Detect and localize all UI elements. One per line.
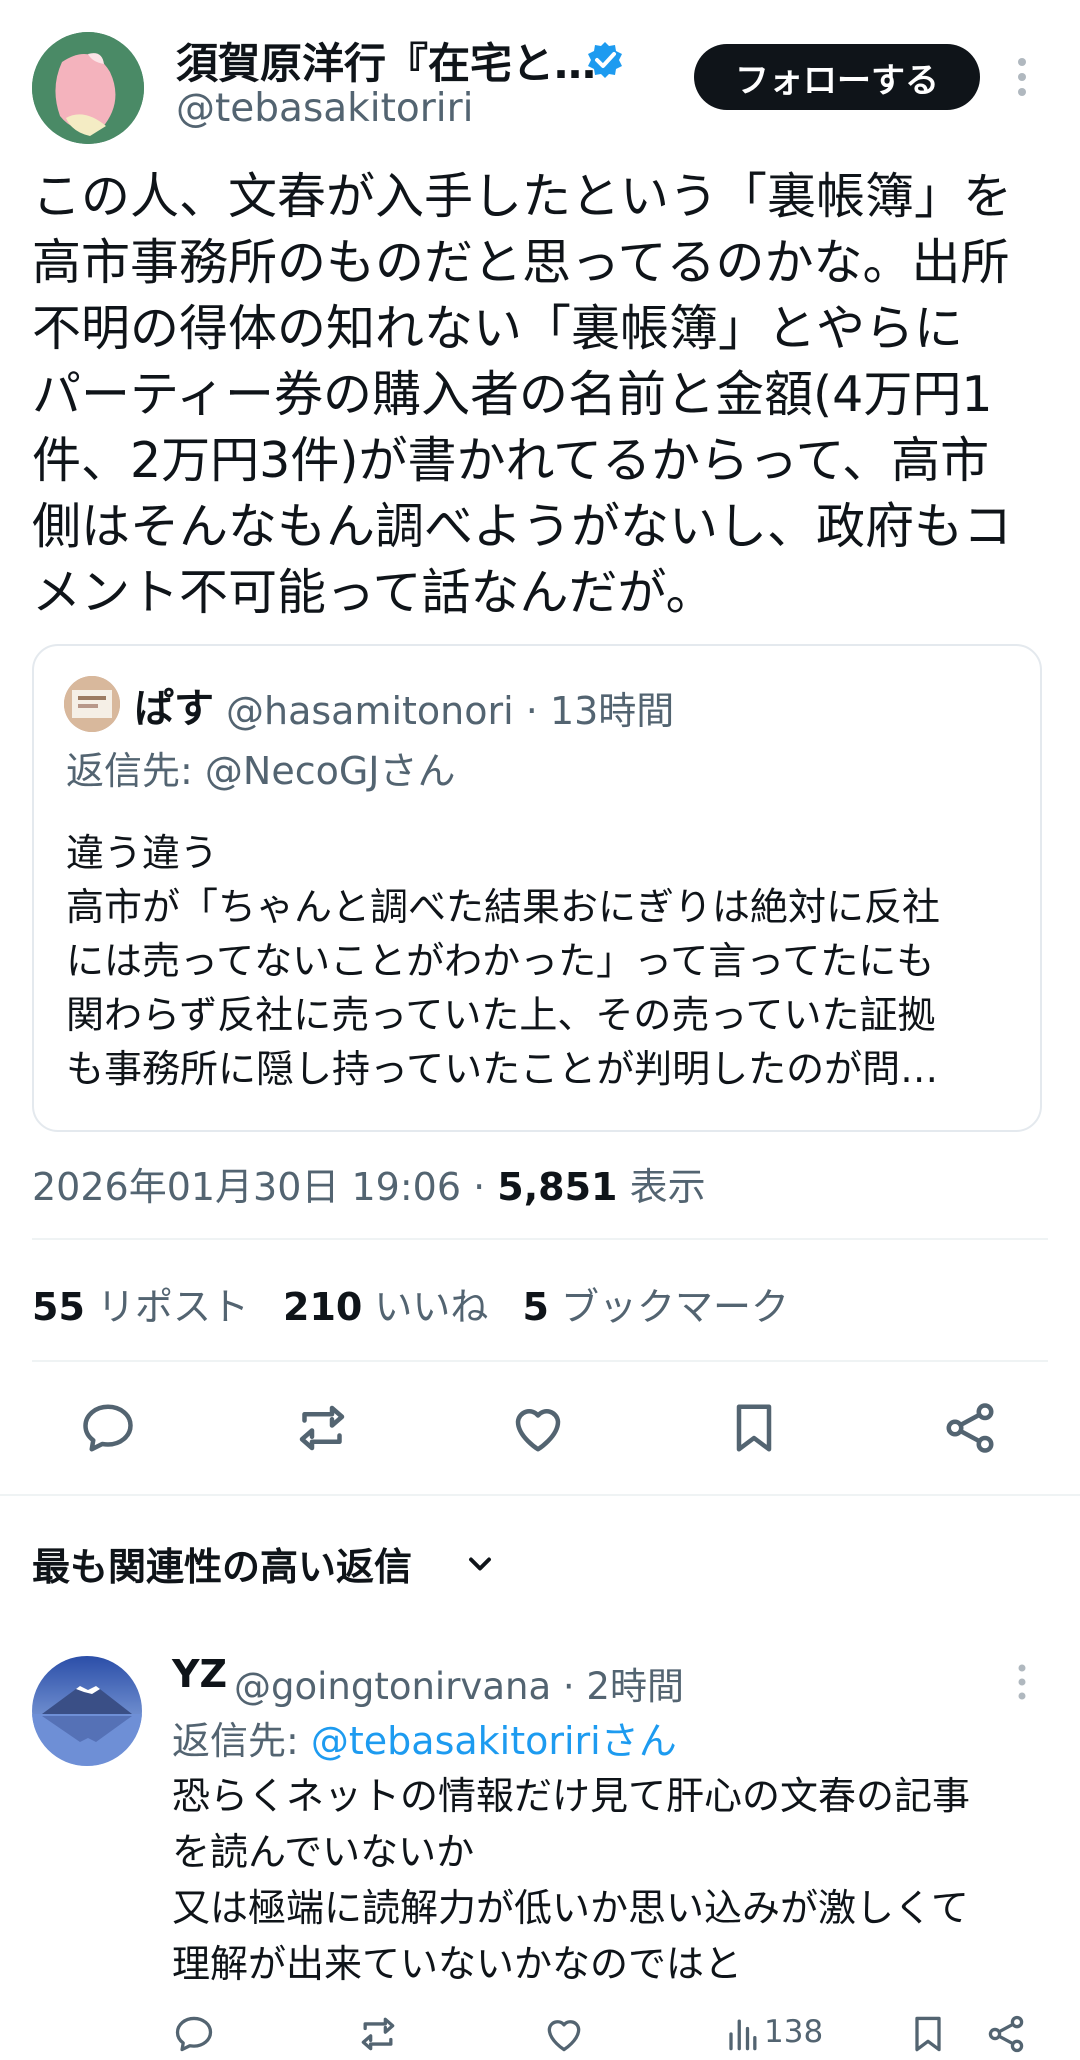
likes-count: 210 [283, 1285, 363, 1329]
reply-views-count: 138 [764, 2014, 824, 2050]
reply-time: 2時間 [586, 1665, 684, 1708]
bookmarks-label: ブックマーク [560, 1285, 789, 1329]
tweet-meta: 2026年01月30日 19:06 · 5,851 表示 [32, 1165, 706, 1209]
quoted-text-line: 違う違う [66, 831, 219, 875]
reply-icon[interactable] [78, 1398, 138, 1458]
quoted-tweet-text: 違う違う 高市が「ちゃんと調べた結果おにぎりは絶対に反社 には売ってないことがわ… [66, 826, 940, 1096]
tweet-text-line: この人、文春が入手したという「裏帳簿」を [32, 168, 1013, 225]
tweet-text-line: メント不可能って話なんだが。 [32, 564, 715, 621]
quoted-text-line: 高市が「ちゃんと調べた結果おにぎりは絶対に反社 [66, 885, 941, 929]
reply-to-handle: @NecoGJさん [204, 749, 456, 793]
author-avatar[interactable] [32, 32, 144, 144]
reposts-stat[interactable]: 55 リポスト [32, 1285, 249, 1329]
views-icon[interactable] [724, 2012, 760, 2056]
verified-badge-icon [585, 40, 625, 80]
reply-text-line: 又は極端に読解力が低いか思い込みが激しくて [172, 1886, 969, 1930]
quoted-reply-context: 返信先: @NecoGJさん [66, 740, 456, 795]
tweet-timestamp[interactable]: 2026年01月30日 19:06 [32, 1165, 461, 1209]
author-handle[interactable]: @tebasakitoriri [176, 86, 473, 131]
tweet-text-line: 側はそんなもん調べようがないし、政府もコ [32, 498, 1013, 555]
more-options-icon[interactable] [1010, 52, 1034, 102]
tweet-text-line: 不明の得体の知れない「裏帳簿」とやらに [32, 300, 964, 357]
follow-button[interactable]: フォローする [694, 44, 980, 110]
reposts-count: 55 [32, 1285, 85, 1329]
likes-stat[interactable]: 210 いいね [283, 1285, 488, 1329]
bookmark-icon[interactable] [906, 2012, 950, 2056]
reply-text-line: を読んでいないか [172, 1830, 475, 1874]
reply-author-meta: @goingtonirvana · 2時間 [234, 1665, 684, 1708]
tweet-text-line: パーティー券の購入者の名前と金額(4万円1 [32, 366, 993, 423]
reply-icon[interactable] [172, 2012, 216, 2056]
views-label: 表示 [629, 1165, 706, 1209]
reply-prefix: 返信先: [66, 749, 205, 793]
tweet-text-line: 件、2万円3件)が書かれてるからって、高市 [32, 432, 990, 489]
quoted-tweet-time: 13時間 [549, 689, 675, 733]
reply-text: 恐らくネットの情報だけ見て肝心の文春の記事 を読んでいないか 又は極端に読解力が… [172, 1768, 970, 1992]
likes-label: いいね [374, 1285, 489, 1329]
share-icon[interactable] [940, 1398, 1000, 1458]
like-icon[interactable] [508, 1398, 568, 1458]
reply-context: 返信先: @tebasakitoririさん [172, 1710, 677, 1765]
repost-icon[interactable] [292, 1398, 352, 1458]
replies-sort-label[interactable]: 最も関連性の高い返信 [32, 1536, 412, 1591]
reply-to-link[interactable]: @tebasakitoririさん [311, 1719, 677, 1763]
divider [32, 1360, 1048, 1362]
reply-author-avatar[interactable] [32, 1656, 142, 1766]
repost-icon[interactable] [356, 2012, 400, 2056]
reply-text-line: 恐らくネットの情報だけ見て肝心の文春の記事 [172, 1774, 971, 1818]
quoted-author-handle[interactable]: @hasamitonori [226, 689, 514, 733]
reply-author-handle[interactable]: @goingtonirvana [234, 1665, 551, 1708]
quoted-text-line: 関わらず反社に売っていた上、その売っていた証拠 [66, 993, 936, 1037]
author-name[interactable]: 須賀原洋行『在宅と… [176, 30, 596, 91]
views-count: 5,851 [497, 1165, 618, 1209]
tweet-text: この人、文春が入手したという「裏帳簿」を 高市事務所のものだと思ってるのかな。出… [32, 164, 1048, 626]
quoted-author-meta: @hasamitonori · 13時間 [226, 689, 675, 733]
bookmarks-stat[interactable]: 5 ブックマーク [522, 1285, 789, 1329]
chevron-down-icon[interactable] [462, 1546, 498, 1582]
like-icon[interactable] [542, 2012, 586, 2056]
more-options-icon[interactable] [1012, 1660, 1032, 1704]
quoted-text-line: には売ってないことがわかった」って言ってたにも [66, 939, 935, 983]
reply-author-name[interactable]: YZ [172, 1652, 227, 1696]
divider [32, 1238, 1048, 1240]
bookmarks-count: 5 [522, 1285, 549, 1329]
section-divider [0, 1494, 1080, 1496]
quoted-author-avatar[interactable] [64, 676, 120, 732]
reply-prefix: 返信先: [172, 1719, 311, 1763]
reply-text-line: 理解が出来ていないかなのではと [172, 1942, 743, 1986]
tweet-stats: 55 リポスト 210 いいね 5 ブックマーク [32, 1276, 789, 1331]
quoted-text-line: も事務所に隠し持っていたことが判明したのが問… [66, 1047, 939, 1091]
bookmark-icon[interactable] [724, 1398, 784, 1458]
share-icon[interactable] [984, 2012, 1028, 2056]
quoted-author-name[interactable]: ぱす [134, 676, 214, 734]
tweet-text-line: 高市事務所のものだと思ってるのかな。出所 [32, 234, 1010, 291]
reposts-label: リポスト [96, 1285, 249, 1329]
